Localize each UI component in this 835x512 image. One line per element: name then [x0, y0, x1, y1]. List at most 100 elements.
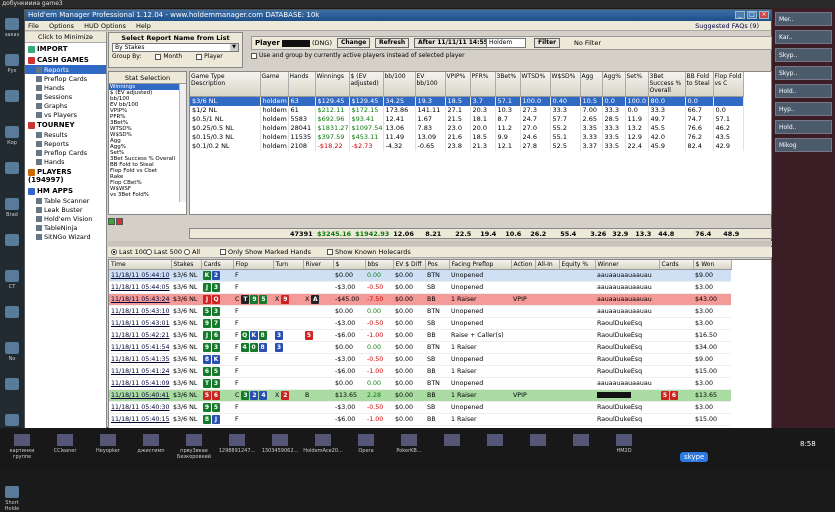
- filter-button[interactable]: Filter: [534, 38, 561, 48]
- hand-time-link[interactable]: 11/18/11 05:43:10: [109, 305, 171, 318]
- marked-hands-checkbox[interactable]: [220, 249, 226, 255]
- holecards-option[interactable]: Show Known Holecards: [327, 247, 411, 258]
- hand-time-link[interactable]: 11/18/11 05:44:10: [109, 269, 171, 282]
- taskbar-item[interactable]: HM2D: [604, 434, 644, 464]
- hands-column-header[interactable]: Winner: [595, 260, 660, 270]
- menu-file[interactable]: File: [28, 22, 39, 30]
- suggested-faqs-link[interactable]: Suggested FAQs (9): [695, 21, 759, 31]
- summary-column-header[interactable]: VPIP%: [445, 72, 471, 97]
- sidebar-item[interactable]: Preflop Cards: [25, 148, 106, 157]
- summary-row[interactable]: $1/2 NL holdem 61 $212.11 $172.15 173.86 141.1…: [190, 105, 744, 115]
- summary-column-header[interactable]: WTSD%: [520, 72, 551, 97]
- summary-column-header[interactable]: BB Fold to Steal: [685, 72, 714, 97]
- summary-column-header[interactable]: Agg: [580, 72, 603, 97]
- taskbar-item[interactable]: PokerKB...: [389, 434, 429, 464]
- hands-column-header[interactable]: Cards: [201, 260, 234, 270]
- refresh-button[interactable]: Refresh: [375, 38, 410, 48]
- sidebar-item[interactable]: SitNGo Wizard: [25, 232, 106, 241]
- side-task-item[interactable]: Kar..: [775, 30, 832, 44]
- summary-column-header[interactable]: $ (EV adjusted): [349, 72, 384, 97]
- hands-column-header[interactable]: Equity %: [559, 260, 596, 270]
- summary-column-header[interactable]: PFR%: [470, 72, 496, 97]
- last100-option[interactable]: Last 100: [111, 247, 147, 258]
- summary-column-header[interactable]: Flop Fold vs C: [713, 72, 744, 97]
- side-task-item[interactable]: Hyp..: [775, 102, 832, 116]
- hands-column-header[interactable]: $: [333, 260, 366, 270]
- hand-row[interactable]: 11/18/11 05:43:24 $3/6 NL J Q C T95X 9X A -$4…: [109, 293, 731, 306]
- hand-time-link[interactable]: 11/18/11 05:40:15: [109, 413, 171, 426]
- hands-column-header[interactable]: EV $ Diff: [393, 260, 426, 270]
- side-task-item[interactable]: Hold..: [775, 120, 832, 134]
- month-checkbox[interactable]: [155, 53, 162, 60]
- sidebar-item[interactable]: Reports: [25, 65, 106, 74]
- hand-time-link[interactable]: 11/18/11 05:44:05: [109, 281, 171, 294]
- game-type-dropdown[interactable]: Holdem: [486, 38, 526, 48]
- menu-hud-options[interactable]: HUD Options: [84, 22, 126, 30]
- taskbar-item[interactable]: прву3вкаe Безкоровкий: [174, 434, 214, 464]
- desktop-icon[interactable]: No: [0, 342, 24, 368]
- hand-time-link[interactable]: 11/18/11 05:40:30: [109, 401, 171, 414]
- sidebar-item[interactable]: Reports: [25, 139, 106, 148]
- hand-row[interactable]: 11/18/11 05:44:10 $3/6 NL K 2 F $0.00 0.00 $0.…: [109, 269, 731, 282]
- close-button[interactable]: ×: [759, 11, 769, 19]
- taskbar-item[interactable]: картинки группе: [2, 434, 42, 464]
- sidebar-item[interactable]: Graphs: [25, 101, 106, 110]
- hand-time-link[interactable]: 11/18/11 05:41:35: [109, 353, 171, 366]
- side-task-item[interactable]: Hold..: [775, 84, 832, 98]
- sidebar-group-header[interactable]: CASH GAMES: [25, 54, 106, 65]
- desktop-icon[interactable]: СТ: [0, 270, 24, 296]
- sidebar-minimize-button[interactable]: Click to Minimize: [25, 32, 106, 43]
- remove-stat-icon[interactable]: [116, 218, 123, 225]
- sidebar-item[interactable]: Results: [25, 130, 106, 139]
- hand-time-link[interactable]: 11/18/11 05:42:21: [109, 329, 171, 342]
- hands-column-header[interactable]: Turn: [273, 260, 304, 270]
- summary-column-header[interactable]: 3Bet Success % Overall: [648, 72, 686, 97]
- desktop-icon[interactable]: заказ: [0, 18, 24, 44]
- taskbar-item[interactable]: HoldemAce20...: [303, 434, 343, 464]
- sidebar-group-header[interactable]: PLAYERS (194997): [25, 166, 106, 185]
- sidebar-group-header[interactable]: IMPORT: [25, 43, 106, 54]
- menu-options[interactable]: Options: [49, 22, 74, 30]
- all-radio[interactable]: [184, 249, 190, 255]
- sidebar-item[interactable]: Hands: [25, 157, 106, 166]
- hands-column-header[interactable]: Stakes: [171, 260, 202, 270]
- sidebar-item[interactable]: Preflop Cards: [25, 74, 106, 83]
- taskbar-item[interactable]: CCleaner: [45, 434, 85, 464]
- hand-row[interactable]: 11/18/11 05:41:24 $3/6 NL 6 5 F -$6.00 -1.00 $…: [109, 365, 731, 378]
- taskbar-item[interactable]: [518, 434, 558, 464]
- desktop-icon[interactable]: Рух: [0, 54, 24, 80]
- summary-column-header[interactable]: EV bb/100: [415, 72, 446, 97]
- last500-option[interactable]: Last 500: [146, 247, 182, 258]
- hand-row[interactable]: 11/18/11 05:41:09 $3/6 NL T 3 F $0.00 0.00 $0.…: [109, 377, 731, 390]
- hand-row[interactable]: 11/18/11 05:41:35 $3/6 NL 8 K F -$3.00 -0.50 $…: [109, 353, 731, 366]
- desktop-icon[interactable]: Short Holde: [0, 486, 24, 512]
- taskbar-item[interactable]: джистимп: [131, 434, 171, 464]
- hands-column-header[interactable]: All-In: [535, 260, 560, 270]
- hand-row[interactable]: 11/18/11 05:40:30 $3/6 NL 9 5 F -$3.00 -0.50 $…: [109, 401, 731, 414]
- sidebar-item[interactable]: TableNinja: [25, 223, 106, 232]
- summary-column-header[interactable]: Hands: [288, 72, 316, 97]
- hands-column-header[interactable]: Time: [109, 260, 172, 270]
- summary-column-header[interactable]: Winnings: [315, 72, 350, 97]
- desktop-icon[interactable]: [0, 234, 24, 260]
- hand-row[interactable]: 11/18/11 05:44:05 $3/6 NL J 3 F -$3.00 -0.50 $…: [109, 281, 731, 294]
- stat-list-scrollbar[interactable]: [179, 84, 186, 202]
- hands-column-header[interactable]: Flop: [233, 260, 274, 270]
- hand-time-link[interactable]: 11/18/11 05:41:24: [109, 365, 171, 378]
- hands-column-header[interactable]: bbs: [365, 260, 394, 270]
- taskbar-item[interactable]: 1303459062...: [260, 434, 300, 464]
- summary-column-header[interactable]: Game: [260, 72, 289, 97]
- desktop-icon[interactable]: [0, 378, 24, 404]
- summary-row[interactable]: $3/6 NL holdem 63 $129.45 $129.45 34.25 19.3 18…: [190, 96, 744, 106]
- report-dropdown[interactable]: By Stakes ▼: [112, 43, 239, 52]
- skype-tray[interactable]: skype: [680, 452, 709, 462]
- side-task-item[interactable]: Skyp..: [775, 48, 832, 62]
- hand-row[interactable]: 11/18/11 05:42:21 $3/6 NL J 6 F QK8 3 5 -$6.0…: [109, 329, 731, 342]
- hands-column-header[interactable]: $ Won: [693, 260, 732, 270]
- side-task-item[interactable]: Skyp..: [775, 66, 832, 80]
- taskbar-item[interactable]: Opera: [346, 434, 386, 464]
- all-option[interactable]: All: [184, 247, 200, 258]
- hands-column-header[interactable]: Facing Preflop: [449, 260, 512, 270]
- holecards-checkbox[interactable]: [327, 249, 333, 255]
- taskbar-item[interactable]: [475, 434, 515, 464]
